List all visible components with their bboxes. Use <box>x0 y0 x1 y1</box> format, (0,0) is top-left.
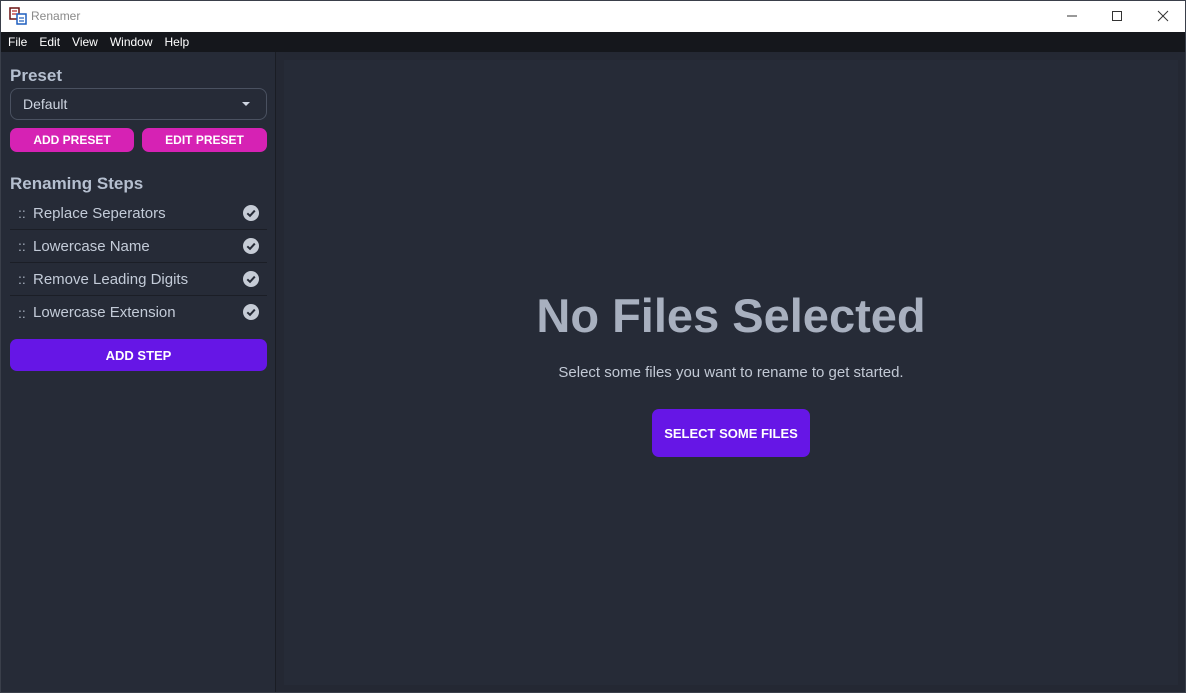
step-item-remove-leading-digits[interactable]: :: Remove Leading Digits <box>10 263 267 296</box>
edit-preset-button[interactable]: EDIT PRESET <box>142 128 267 152</box>
check-circle-icon[interactable] <box>243 304 259 320</box>
step-label: Remove Leading Digits <box>33 270 189 288</box>
add-preset-button[interactable]: ADD PRESET <box>10 128 134 152</box>
minimize-icon <box>1067 15 1077 17</box>
preset-heading: Preset <box>10 66 62 85</box>
drag-handle-icon[interactable]: :: <box>18 238 33 254</box>
add-step-button[interactable]: ADD STEP <box>10 339 267 371</box>
empty-state-subtitle: Select some files you want to rename to … <box>558 364 904 381</box>
maximize-button[interactable] <box>1094 1 1140 31</box>
menu-window[interactable]: Window <box>110 35 153 49</box>
menu-bar: File Edit View Window Help <box>1 32 1185 52</box>
sidebar: Preset Default ADD PRESET EDIT PRESET Re… <box>1 52 276 692</box>
renaming-steps-list: :: Replace Seperators :: Lowercase Name … <box>10 197 267 329</box>
check-circle-icon[interactable] <box>243 205 259 221</box>
app-window: Renamer File Edit View Window Help Prese… <box>0 0 1186 693</box>
step-item-lowercase-extension[interactable]: :: Lowercase Extension <box>10 296 267 329</box>
maximize-icon <box>1112 11 1122 21</box>
caret-down-icon <box>242 102 250 106</box>
drag-handle-icon[interactable]: :: <box>18 205 33 221</box>
drag-handle-icon[interactable]: :: <box>18 305 33 321</box>
title-bar[interactable]: Renamer <box>1 1 1185 32</box>
check-circle-icon[interactable] <box>243 271 259 287</box>
step-label: Lowercase Extension <box>33 304 176 321</box>
check-circle-icon[interactable] <box>243 238 259 254</box>
step-label: Lowercase Name <box>33 237 150 255</box>
menu-view[interactable]: View <box>72 35 98 49</box>
step-item-lowercase-name[interactable]: :: Lowercase Name <box>10 230 267 263</box>
preset-dropdown[interactable]: Default <box>10 88 267 120</box>
renaming-steps-heading: Renaming Steps <box>10 174 144 193</box>
renamer-app-icon <box>9 7 27 25</box>
close-icon <box>1157 10 1169 22</box>
step-item-replace-seperators[interactable]: :: Replace Seperators <box>10 197 267 230</box>
close-button[interactable] <box>1140 1 1185 31</box>
step-label: Replace Seperators <box>33 204 166 222</box>
window-title: Renamer <box>31 9 81 23</box>
preset-selected-value: Default <box>23 96 68 112</box>
menu-edit[interactable]: Edit <box>39 35 60 49</box>
drag-handle-icon[interactable]: :: <box>18 271 33 287</box>
minimize-button[interactable] <box>1049 1 1095 31</box>
menu-help[interactable]: Help <box>165 35 190 49</box>
main-content: No Files Selected Select some files you … <box>284 60 1178 685</box>
empty-state-title: No Files Selected <box>536 289 926 342</box>
select-files-button[interactable]: SELECT SOME FILES <box>652 409 810 457</box>
menu-file[interactable]: File <box>8 35 27 49</box>
